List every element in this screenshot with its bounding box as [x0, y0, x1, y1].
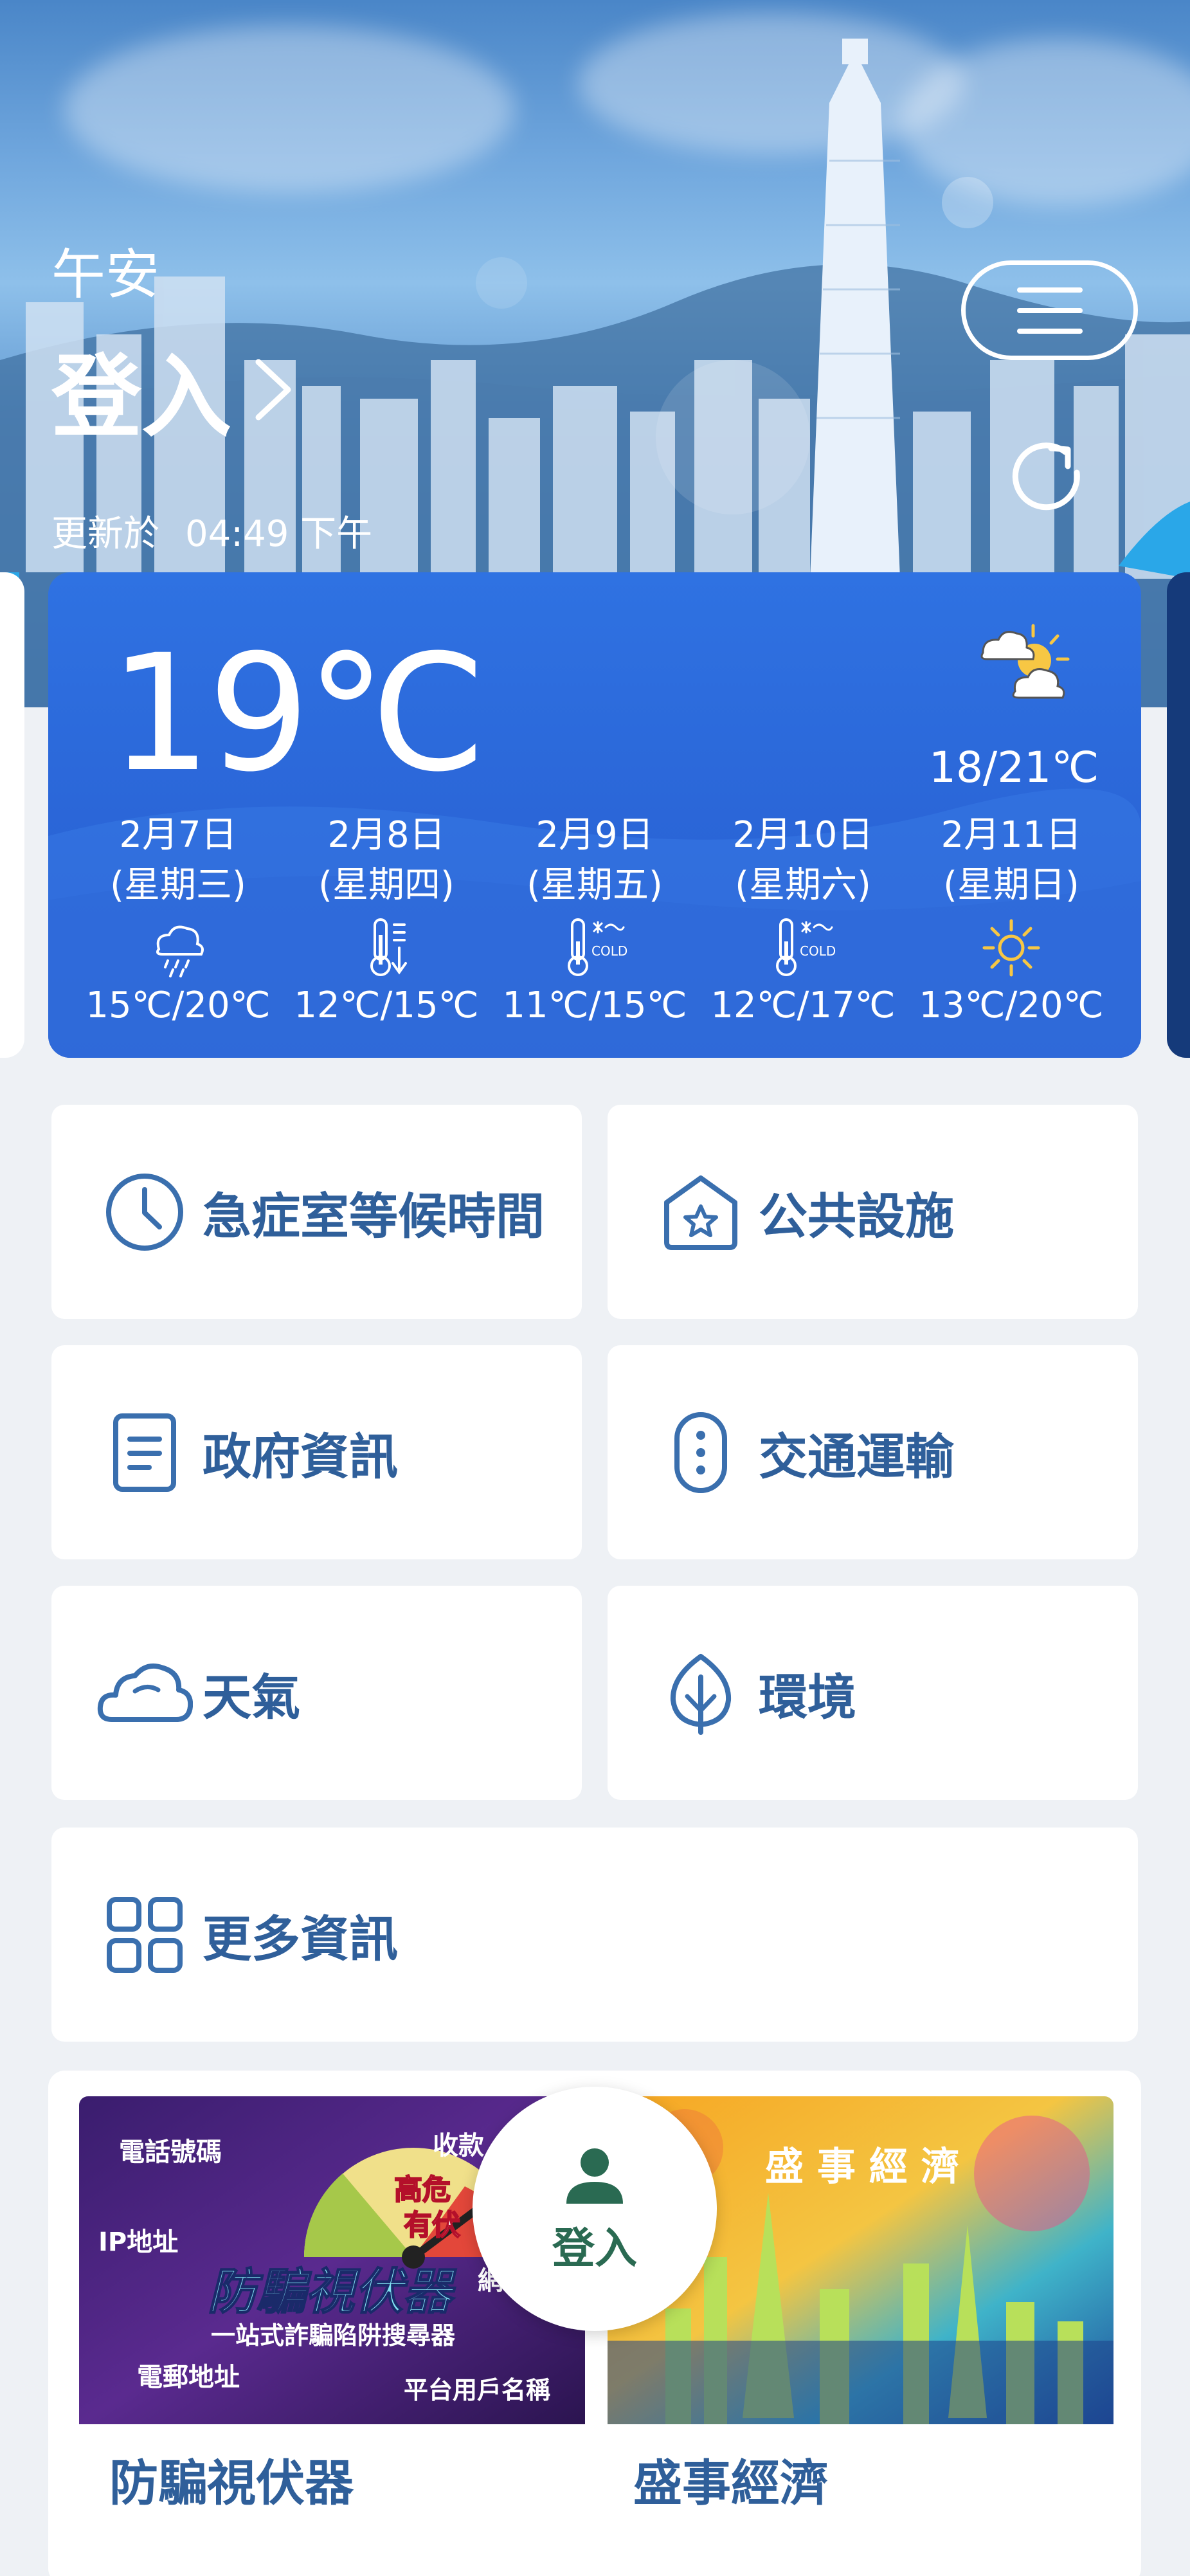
environment-tile[interactable]: 環境	[608, 1586, 1138, 1800]
scameter-title: 防騙視伏器	[208, 2263, 457, 2320]
tile-label: 交通運輸	[759, 1428, 954, 1485]
scameter-subtitle: 一站式詐騙陷阱搜尋器	[211, 2321, 456, 2350]
menu-button[interactable]	[961, 260, 1138, 360]
forecast-range: 12℃/15℃	[294, 984, 479, 1026]
document-icon	[113, 1413, 176, 1492]
cloud-icon	[97, 1663, 193, 1722]
cold-label: COLD	[591, 943, 627, 959]
today-temp-range: 18/21℃	[929, 743, 1099, 792]
event-economy-caption[interactable]: 盛事經濟	[633, 2444, 829, 2514]
login-label: 登入	[51, 345, 232, 450]
forecast-range: 15℃/20℃	[86, 984, 271, 1026]
forecast-date: 2月10日	[732, 814, 874, 856]
forecast-date: 2月8日	[327, 814, 446, 856]
previous-card-peek[interactable]	[0, 572, 24, 1058]
user-icon	[566, 2148, 623, 2204]
updated-label: 更新於	[51, 513, 159, 555]
grid-icon	[107, 1896, 183, 1973]
current-temperature: 19℃	[109, 620, 487, 807]
forecast-range: 12℃/17℃	[710, 984, 896, 1026]
transport-tile[interactable]: 交通運輸	[608, 1345, 1138, 1559]
fab-label: 登入	[552, 2224, 637, 2273]
tile-label: 天氣	[203, 1668, 300, 1726]
scameter-alert-2: 有伏	[404, 2209, 460, 2242]
forecast-day: 2月9日 (星期五) COLD 11℃/15℃	[491, 810, 699, 1026]
greeting-text: 午安	[51, 243, 160, 306]
ae-waiting-time-tile[interactable]: 急症室等候時間	[51, 1105, 582, 1319]
public-facilities-tile[interactable]: 公共設施	[608, 1105, 1138, 1319]
forecast-date: 2月11日	[941, 814, 1082, 856]
chevron-right-icon	[255, 359, 291, 421]
rain-cloud-icon	[156, 925, 204, 977]
tile-label: 更多資訊	[203, 1910, 398, 1968]
scameter-label-payee: 收款	[433, 2131, 484, 2161]
refresh-button[interactable]	[1003, 431, 1093, 521]
forecast-weekday: (星期六)	[735, 864, 871, 906]
forecast-day: 2月10日 (星期六) COLD 12℃/17℃	[699, 810, 907, 1026]
forecast-weekday: (星期四)	[318, 864, 455, 906]
government-info-tile[interactable]: 政府資訊	[51, 1345, 582, 1559]
event-title: 盛 事 經 濟	[765, 2145, 960, 2190]
scameter-label-ip: IP地址	[98, 2227, 178, 2257]
weather-card[interactable]: 19℃ 18/21℃ 2月7日 (星期三) 15℃/20℃ 2月8日 (星期四)…	[48, 572, 1141, 1058]
forecast-range: 11℃/15℃	[502, 984, 687, 1026]
forecast-day: 2月7日 (星期三) 15℃/20℃	[74, 810, 282, 1026]
clock-icon	[106, 1173, 183, 1251]
next-card-peek[interactable]	[1167, 572, 1190, 1058]
tile-label: 急症室等候時間	[203, 1187, 545, 1245]
forecast-date: 2月9日	[536, 814, 654, 856]
tile-label: 環境	[759, 1668, 856, 1726]
hamburger-icon	[1016, 287, 1083, 334]
house-star-icon	[664, 1175, 737, 1250]
forecast-day: 2月11日 (星期日) 13℃/20℃	[907, 810, 1115, 1026]
forecast-weekday: (星期三)	[110, 864, 246, 906]
scameter-alert-1: 高危	[394, 2173, 451, 2206]
leaf-icon	[670, 1653, 732, 1735]
last-updated: 更新於 04:49 下午	[51, 505, 372, 557]
forecast-day: 2月8日 (星期四) 12℃/15℃	[282, 810, 491, 1026]
sun-behind-clouds-icon	[980, 624, 1070, 699]
sunny-icon	[982, 919, 1040, 976]
scameter-caption[interactable]: 防騙視伏器	[109, 2444, 354, 2514]
cold-thermometer-icon: COLD	[568, 918, 627, 976]
scameter-label-phone: 電話號碼	[119, 2137, 222, 2167]
tile-label: 政府資訊	[203, 1428, 398, 1485]
forecast-date: 2月7日	[119, 814, 237, 856]
forecast-weekday: (星期五)	[527, 864, 663, 906]
cold-thermometer-icon: COLD	[776, 918, 836, 976]
tile-label: 公共設施	[759, 1187, 954, 1245]
login-fab[interactable]: 登入	[473, 2087, 717, 2331]
login-link[interactable]: 登入	[51, 325, 296, 455]
updated-time: 04:49 下午	[185, 513, 373, 555]
thermometer-falling-icon	[370, 918, 407, 976]
forecast-row: 2月7日 (星期三) 15℃/20℃ 2月8日 (星期四) 12℃/15℃ 2月…	[74, 810, 1115, 1026]
scameter-label-username: 平台用戶名稱	[404, 2376, 550, 2404]
more-info-tile[interactable]: 更多資訊	[51, 1828, 1138, 2042]
cold-label: COLD	[800, 943, 836, 959]
weather-tile[interactable]: 天氣	[51, 1586, 582, 1800]
forecast-weekday: (星期日)	[943, 864, 1079, 906]
scameter-label-email: 電郵地址	[137, 2363, 240, 2392]
forecast-range: 13℃/20℃	[919, 984, 1104, 1026]
refresh-icon	[1012, 442, 1080, 511]
traffic-light-icon	[674, 1411, 727, 1493]
